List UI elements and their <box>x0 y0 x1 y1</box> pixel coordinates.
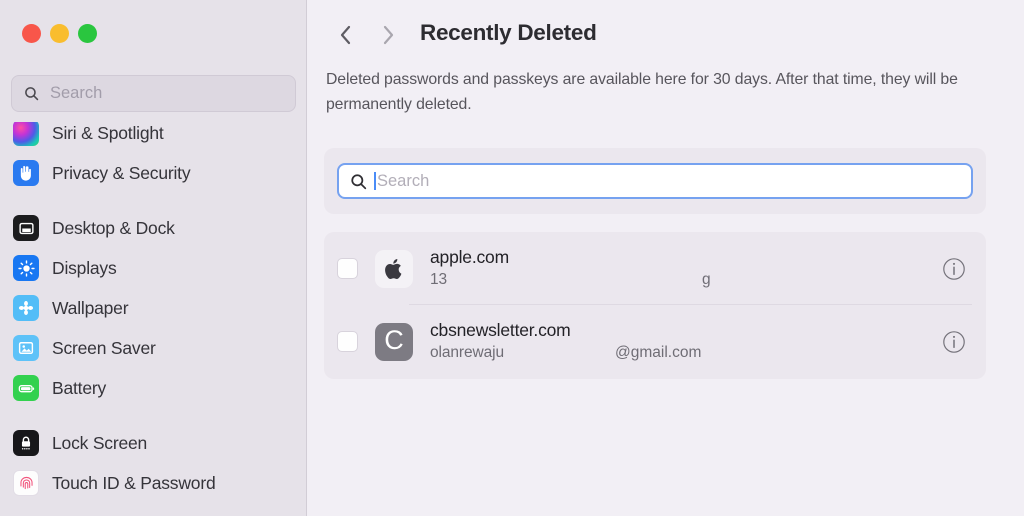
sidebar-item-touchid[interactable]: Touch ID & Password <box>0 463 307 503</box>
sidebar-item-label: Siri & Spotlight <box>52 122 164 143</box>
row-checkbox[interactable] <box>337 331 358 352</box>
fingerprint-icon <box>13 470 39 496</box>
desktop-icon <box>13 215 39 241</box>
sidebar-item-label: Wallpaper <box>52 297 129 318</box>
sidebar-item-battery[interactable]: Battery <box>0 368 307 408</box>
sidebar-item-lockscreen[interactable]: Lock Screen <box>0 423 307 463</box>
apple-logo-icon <box>375 249 413 288</box>
sidebar-divider-gap <box>0 193 307 208</box>
sidebar-item-label: Desktop & Dock <box>52 217 175 238</box>
info-button[interactable] <box>942 257 966 281</box>
sidebar-item-label: Battery <box>52 377 107 398</box>
navigation-buttons <box>325 19 409 51</box>
sidebar-search-input[interactable] <box>50 84 284 103</box>
row-subtitle: olanrewaju <box>430 343 504 361</box>
row-subtitle: 13 <box>430 270 448 288</box>
flower-icon <box>13 295 39 321</box>
sidebar-item-label: Touch ID & Password <box>52 472 216 493</box>
row-subtitle-extra: @gmail.com <box>615 343 702 361</box>
page-description: Deleted passwords and passkeys are avail… <box>326 71 958 113</box>
row-text-block: apple.com 13 g <box>430 247 986 291</box>
row-text-block: cbsnewsletter.com olanrewaju @gmail.com <box>430 320 986 364</box>
maximize-button[interactable] <box>78 24 97 43</box>
sidebar-item-label: Screen Saver <box>52 337 156 358</box>
sidebar-item-label: Privacy & Security <box>52 162 191 183</box>
sidebar-search-box[interactable] <box>11 75 296 112</box>
search-card <box>324 148 986 214</box>
sidebar-divider-gap <box>0 408 307 423</box>
screensaver-icon <box>13 335 39 361</box>
table-row[interactable]: C cbsnewsletter.com olanrewaju @gmail.co… <box>324 305 986 378</box>
sidebar: Siri & Spotlight Privacy & Security Desk… <box>0 0 307 516</box>
main-content-panel: Recently Deleted Deleted passwords and p… <box>307 0 1024 516</box>
row-title: cbsnewsletter.com <box>430 319 571 340</box>
sidebar-item-desktop[interactable]: Desktop & Dock <box>0 208 307 248</box>
search-input[interactable] <box>377 171 961 191</box>
row-subtitle-extra: g <box>702 270 711 288</box>
info-button[interactable] <box>942 330 966 354</box>
minimize-button[interactable] <box>50 24 69 43</box>
hand-icon <box>13 160 39 186</box>
forward-button[interactable] <box>367 19 409 51</box>
row-title: apple.com <box>430 246 509 267</box>
sidebar-item-list: Siri & Spotlight Privacy & Security Desk… <box>0 113 307 503</box>
letter-avatar-icon: C <box>375 322 413 361</box>
page-title: Recently Deleted <box>420 20 597 45</box>
sidebar-item-label: Displays <box>52 257 117 278</box>
search-field[interactable] <box>337 163 973 199</box>
padlock-icon <box>13 430 39 456</box>
sidebar-item-wallpaper[interactable]: Wallpaper <box>0 288 307 328</box>
search-icon <box>349 172 368 191</box>
sidebar-item-screensaver[interactable]: Screen Saver <box>0 328 307 368</box>
search-icon <box>23 85 40 102</box>
avatar-letter: C <box>384 325 404 355</box>
back-button[interactable] <box>325 19 367 51</box>
sidebar-item-displays[interactable]: Displays <box>0 248 307 288</box>
battery-icon <box>13 375 39 401</box>
close-button[interactable] <box>22 24 41 43</box>
window-traffic-lights <box>22 24 97 43</box>
system-settings-window: Siri & Spotlight Privacy & Security Desk… <box>0 0 1024 516</box>
brightness-icon <box>13 255 39 281</box>
table-row[interactable]: apple.com 13 g <box>324 232 986 305</box>
siri-icon <box>13 120 39 146</box>
sidebar-scroll-fade <box>0 112 306 122</box>
deleted-items-list: apple.com 13 g C cbsnewsletter.com olanr… <box>324 232 986 379</box>
sidebar-item-label: Lock Screen <box>52 432 148 453</box>
sidebar-item-privacy[interactable]: Privacy & Security <box>0 153 307 193</box>
text-caret <box>374 172 376 190</box>
row-checkbox[interactable] <box>337 258 358 279</box>
